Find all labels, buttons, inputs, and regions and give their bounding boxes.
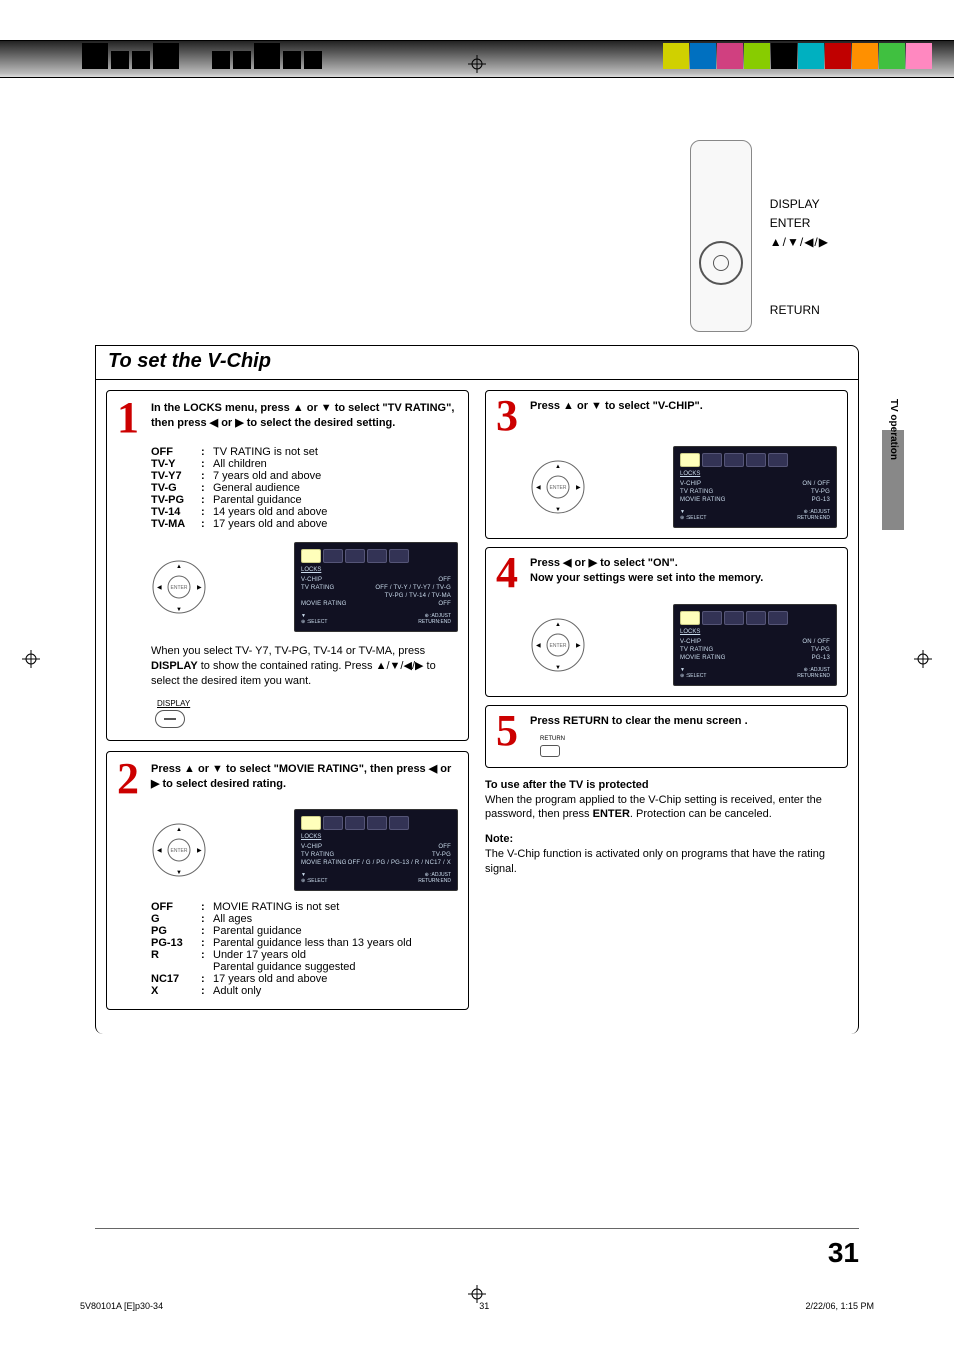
svg-text:ENTER: ENTER [171, 585, 188, 591]
step-5: 5 Press RETURN to clear the menu screen … [485, 705, 848, 768]
enter-wheel-icon: ENTER ▲ ▼ ◀ ▶ [151, 822, 207, 878]
svg-text:◀: ◀ [536, 485, 541, 491]
step-1: 1 In the LOCKS menu, press ▲ or ▼ to sel… [106, 390, 469, 741]
remote-icon [690, 140, 752, 332]
footer-right: 2/22/06, 1:15 PM [805, 1301, 874, 1311]
step-number: 5 [496, 712, 522, 749]
section-title: To set the V-Chip [96, 346, 858, 380]
after-protect-note: To use after the TV is protected When th… [485, 778, 848, 823]
step-1-paragraph: When you select TV- Y7, TV-PG, TV-14 or … [151, 644, 458, 689]
footer-mid: 31 [479, 1301, 489, 1311]
step-1-ratings: OFF:TV RATING is not setTV-Y:All childre… [151, 446, 458, 530]
svg-text:ENTER: ENTER [550, 643, 567, 649]
remote-label-return: RETURN [770, 301, 829, 320]
remote-labels: DISPLAY ENTER ▲/▼/◀/▶ RETURN [770, 195, 829, 320]
printer-footer: 5V80101A [E]p30-34 31 2/22/06, 1:15 PM [80, 1301, 874, 1311]
svg-text:▶: ▶ [197, 848, 202, 854]
osd-locks-1: LOCKSV-CHIPOFFTV RATINGOFF / TV-Y / TV-Y… [294, 542, 458, 632]
step-number: 3 [496, 397, 522, 434]
step-4: 4 Press ◀ or ▶ to select "ON". Now your … [485, 547, 848, 696]
svg-text:▶: ▶ [576, 643, 581, 649]
section-tab-label: TV operation [888, 399, 899, 460]
svg-text:▼: ▼ [176, 870, 182, 876]
registration-mark-left [22, 650, 40, 668]
step-3: 3 Press ▲ or ▼ to select "V-CHIP". ENTER… [485, 390, 848, 539]
remote-diagram: DISPLAY ENTER ▲/▼/◀/▶ RETURN [690, 140, 829, 332]
registration-mark-top [468, 55, 486, 73]
remote-label-arrows: ▲/▼/◀/▶ [770, 233, 829, 252]
footer-left: 5V80101A [E]p30-34 [80, 1301, 163, 1311]
step-1-text: In the LOCKS menu, press ▲ or ▼ to selec… [151, 402, 454, 429]
svg-text:▶: ▶ [576, 485, 581, 491]
enter-wheel-icon: ENTER ▲ ▼ ◀ ▶ [151, 559, 207, 615]
svg-text:▶: ▶ [197, 585, 202, 591]
step-4-text-b: Now your settings were set into the memo… [530, 572, 763, 584]
display-button-icon: DISPLAY [155, 699, 458, 728]
svg-text:▼: ▼ [555, 507, 561, 513]
step-2-ratings: OFF:MOVIE RATING is not setG:All agesPG:… [151, 901, 458, 997]
step-3-text: Press ▲ or ▼ to select "V-CHIP". [530, 400, 703, 412]
svg-text:▼: ▼ [555, 665, 561, 671]
page-content: DISPLAY ENTER ▲/▼/◀/▶ RETURN TV operatio… [95, 130, 859, 1261]
step-5-text: Press RETURN to clear the menu screen . [530, 715, 748, 727]
return-button-icon: RETURN [540, 735, 837, 757]
page-rule [95, 1228, 859, 1229]
svg-text:▲: ▲ [176, 564, 182, 570]
step-4-text-a: Press ◀ or ▶ to select "ON". [530, 557, 678, 569]
osd-locks-2: LOCKSV-CHIPOFFTV RATINGTV-PGMOVIE RATING… [294, 809, 458, 891]
osd-locks-4: LOCKSV-CHIPON / OFFTV RATINGTV-PGMOVIE R… [673, 604, 837, 686]
step-number: 4 [496, 554, 522, 591]
osd-locks-3: LOCKSV-CHIPON / OFFTV RATINGTV-PGMOVIE R… [673, 446, 837, 528]
svg-text:▲: ▲ [176, 827, 182, 833]
remote-label-enter: ENTER [770, 214, 829, 233]
svg-text:▲: ▲ [555, 464, 561, 470]
registration-mark-right [914, 650, 932, 668]
step-2-text: Press ▲ or ▼ to select "MOVIE RATING", t… [151, 763, 451, 790]
svg-text:◀: ◀ [157, 848, 162, 854]
svg-text:ENTER: ENTER [171, 848, 188, 854]
step-2: 2 Press ▲ or ▼ to select "MOVIE RATING",… [106, 751, 469, 1010]
enter-wheel-icon: ENTER ▲ ▼ ◀ ▶ [530, 459, 586, 515]
reg-marks-left [82, 43, 322, 69]
svg-text:◀: ◀ [157, 585, 162, 591]
svg-text:▼: ▼ [176, 607, 182, 613]
step-number: 1 [117, 399, 143, 436]
enter-wheel-icon: ENTER ▲ ▼ ◀ ▶ [530, 617, 586, 673]
svg-text:▲: ▲ [555, 622, 561, 628]
reg-color-swatches [663, 43, 932, 69]
section-box: To set the V-Chip 1 In the LOCKS menu, p… [95, 345, 859, 1034]
svg-text:◀: ◀ [536, 643, 541, 649]
svg-text:ENTER: ENTER [550, 485, 567, 491]
vchip-note: Note: The V-Chip function is activated o… [485, 832, 848, 877]
remote-label-display: DISPLAY [770, 195, 829, 214]
page-number: 31 [828, 1237, 859, 1269]
step-number: 2 [117, 760, 143, 797]
